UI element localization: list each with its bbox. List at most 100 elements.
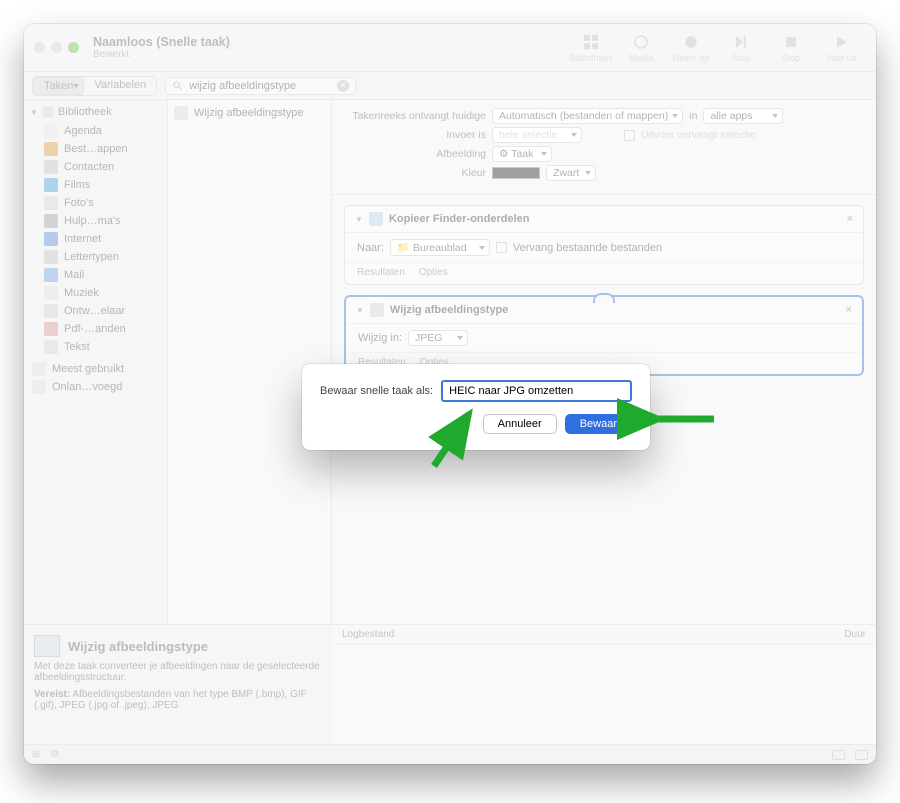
input-select[interactable]: hele selectie xyxy=(492,127,582,143)
save-name-input[interactable] xyxy=(441,380,632,402)
sidebar-item[interactable]: Pdf-…anden xyxy=(28,320,163,338)
search-field[interactable]: ✕ xyxy=(165,77,356,95)
info-requires: Afbeeldingsbestanden van het type BMP (.… xyxy=(34,689,307,711)
field-label: Vervang bestaande bestanden xyxy=(513,242,662,254)
image-icon xyxy=(174,106,188,120)
secondary-toolbar: Taken Variabelen ✕ xyxy=(24,72,876,100)
action-info-panel: Wijzig afbeeldingstype Met deze taak con… xyxy=(24,624,332,744)
toolbar-label: Stop xyxy=(782,53,801,63)
status-bar: ⊞ ⚙ xyxy=(24,744,876,764)
toolbar-label: Voer uit xyxy=(826,53,857,63)
step-icon xyxy=(732,33,750,51)
disclosure-icon: ▼ xyxy=(30,108,38,117)
search-input[interactable] xyxy=(187,79,333,93)
pane-toggle-icon[interactable]: ⊞ xyxy=(32,749,40,760)
window-subtitle: Bewerkt xyxy=(93,49,230,61)
info-description: Met deze taak converteer je afbeeldingen… xyxy=(34,661,322,683)
close-action-icon[interactable]: × xyxy=(846,304,852,316)
sidebar-section-library[interactable]: ▼ Bibliotheek xyxy=(28,104,163,122)
sidebar-item[interactable]: Contacten xyxy=(28,158,163,176)
setting-label: in xyxy=(689,110,697,122)
zoom-icon[interactable] xyxy=(68,42,79,53)
log-col-duration: Duur xyxy=(844,629,866,640)
save-dialog: Bewaar snelle taak als: Annuleer Bewaar xyxy=(302,364,650,450)
play-icon xyxy=(832,33,850,51)
replace-checkbox[interactable] xyxy=(496,242,507,253)
sidebar-item[interactable]: Best…appen xyxy=(28,140,163,158)
toolbar-step-button[interactable]: Stap xyxy=(716,33,766,63)
sidebar-item[interactable]: Lettertypen xyxy=(28,248,163,266)
setting-label: Afbeelding xyxy=(346,148,486,160)
window-title: Naamloos (Snelle taak) xyxy=(93,35,230,49)
toolbar-label: Neem op xyxy=(673,53,710,63)
image-icon xyxy=(370,303,384,317)
sidebar-item-smart[interactable]: Meest gebruikt xyxy=(28,360,163,378)
action-copy-finder-items[interactable]: ▼ Kopieer Finder-onderdelen × Naar: 📁 Bu… xyxy=(344,205,864,285)
setting-label: Kleur xyxy=(346,167,486,179)
titlebar: Naamloos (Snelle taak) Bewerkt Bibliothe… xyxy=(24,24,876,72)
tab-variables[interactable]: Variabelen xyxy=(84,77,156,95)
sidebar-item[interactable]: Internet xyxy=(28,230,163,248)
workflow-settings: Takenreeks ontvangt huidige Automatisch … xyxy=(332,100,876,195)
action-title: Wijzig afbeeldingstype xyxy=(390,304,508,316)
info-title: Wijzig afbeeldingstype xyxy=(34,635,322,657)
save-label: Bewaar snelle taak als: xyxy=(320,385,433,397)
receives-select[interactable]: Automatisch (bestanden of mappen) xyxy=(492,108,683,124)
gear-icon[interactable]: ⚙ xyxy=(50,749,59,760)
sidebar-item[interactable]: Tekst xyxy=(28,338,163,356)
disclosure-icon[interactable]: ▼ xyxy=(356,306,364,315)
sidebar-item[interactable]: Foto's xyxy=(28,194,163,212)
in-apps-select[interactable]: alle apps xyxy=(703,108,783,124)
sidebar-item[interactable]: Muziek xyxy=(28,284,163,302)
search-icon xyxy=(172,80,183,91)
sidebar-item[interactable]: Ontw…elaar xyxy=(28,302,163,320)
toolbar-run-button[interactable]: Voer uit xyxy=(816,33,866,63)
toolbar-library-button[interactable]: Bibliotheek xyxy=(566,33,616,63)
clear-search-icon[interactable]: ✕ xyxy=(337,80,349,92)
action-title: Kopieer Finder-onderdelen xyxy=(389,213,530,225)
close-action-icon[interactable]: × xyxy=(847,213,853,225)
save-button[interactable]: Bewaar xyxy=(565,414,632,434)
toolbar-stop-button[interactable]: Stop xyxy=(766,33,816,63)
close-icon[interactable] xyxy=(34,42,45,53)
media-icon xyxy=(632,33,650,51)
cancel-button[interactable]: Annuleer xyxy=(483,414,557,434)
disclosure-icon[interactable]: ▼ xyxy=(355,215,363,224)
record-icon xyxy=(682,33,700,51)
tab-actions[interactable]: Taken xyxy=(33,77,84,95)
list-item[interactable]: Wijzig afbeeldingstype xyxy=(174,106,325,120)
grid-icon xyxy=(582,33,600,51)
setting-label: Invoer is xyxy=(346,129,486,141)
color-chip[interactable] xyxy=(492,167,540,179)
stop-icon xyxy=(782,33,800,51)
view-mode-icon[interactable] xyxy=(855,750,868,760)
minimize-icon[interactable] xyxy=(51,42,62,53)
sidebar-item[interactable]: Hulp…ma's xyxy=(28,212,163,230)
options-tab[interactable]: Opties xyxy=(419,267,448,278)
sidebar-item[interactable]: Films xyxy=(28,176,163,194)
toolbar-media-button[interactable]: Media xyxy=(616,33,666,63)
log-col-name: Logbestand xyxy=(342,629,844,640)
format-select[interactable]: JPEG xyxy=(408,330,468,346)
output-replaces-checkbox[interactable] xyxy=(624,130,635,141)
app-window: Naamloos (Snelle taak) Bewerkt Bibliothe… xyxy=(24,24,876,764)
list-item-label: Wijzig afbeeldingstype xyxy=(194,107,303,119)
sidebar-item[interactable]: Agenda xyxy=(28,122,163,140)
sidebar-item[interactable]: Mail xyxy=(28,266,163,284)
toolbar-record-button[interactable]: Neem op xyxy=(666,33,716,63)
window-controls xyxy=(34,42,79,53)
view-mode-icon[interactable] xyxy=(832,750,845,760)
field-label: Naar: xyxy=(357,242,384,254)
toolbar-label: Bibliotheek xyxy=(569,53,613,63)
toolbar-label: Media xyxy=(629,53,654,63)
info-requires-label: Vereist: xyxy=(34,689,70,700)
image-select[interactable]: ⚙ Taak xyxy=(492,146,552,162)
actions-variables-segment[interactable]: Taken Variabelen xyxy=(32,76,157,96)
sidebar-header-label: Bibliotheek xyxy=(58,106,112,118)
sidebar-item-smart[interactable]: Onlan…voegd xyxy=(28,378,163,396)
finder-icon xyxy=(369,212,383,226)
field-label: Wijzig in: xyxy=(358,332,402,344)
results-tab[interactable]: Resultaten xyxy=(357,267,405,278)
color-select[interactable]: Zwart xyxy=(546,165,596,181)
destination-select[interactable]: 📁 Bureaublad xyxy=(390,239,490,256)
